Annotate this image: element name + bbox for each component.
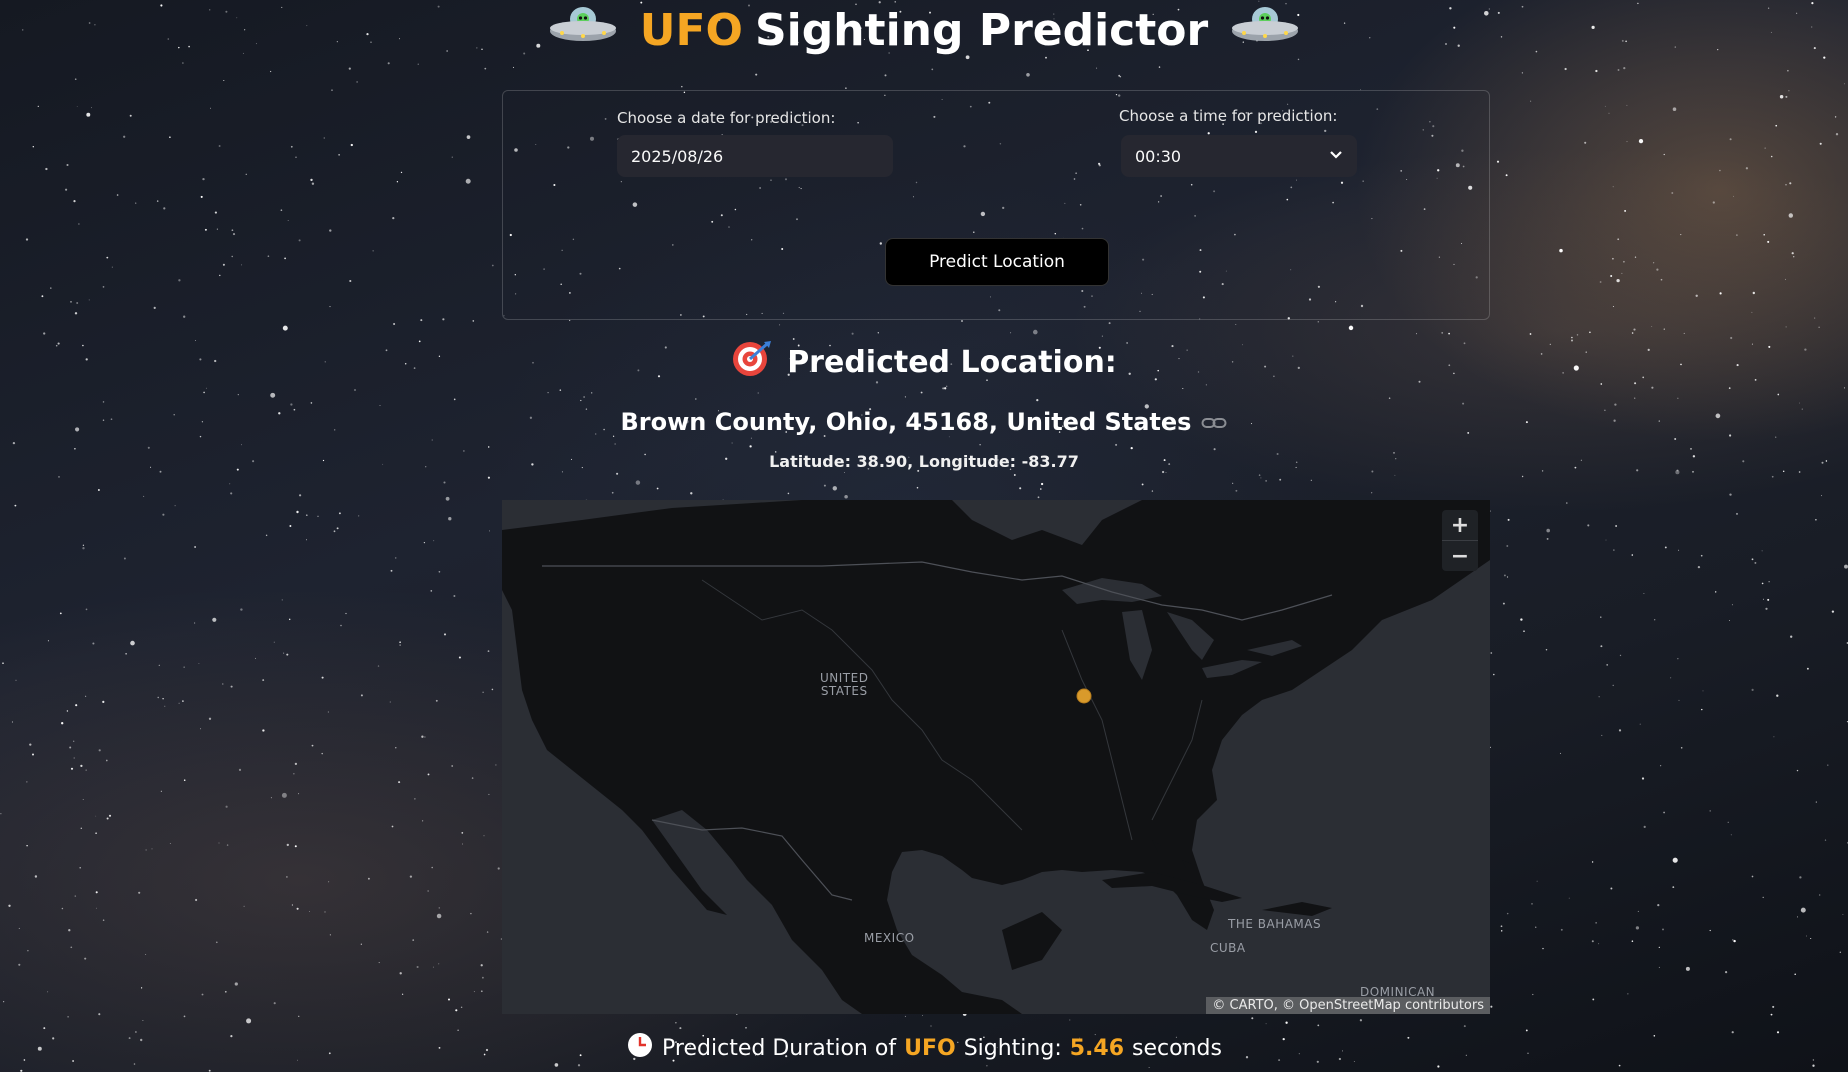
page-title: UFO Sighting Predictor: [0, 0, 1848, 60]
date-input-value: 2025/08/26: [631, 146, 724, 166]
chevron-down-icon: [1329, 148, 1343, 164]
predicted-location-title: Predicted Location:: [787, 344, 1117, 380]
time-select-value: 00:30: [1135, 146, 1182, 166]
title-text: Sighting Predictor: [754, 4, 1209, 56]
predicted-location-heading: Predicted Location:: [0, 340, 1848, 384]
location-name: Brown County, Ohio, 45168, United States: [0, 404, 1848, 440]
map-basemap: [502, 500, 1490, 1014]
predict-location-button[interactable]: Predict Location: [885, 238, 1109, 286]
predicted-duration: Predicted Duration of UFO Sighting: 5.46…: [0, 1032, 1848, 1064]
zoom-out-button[interactable]: −: [1442, 540, 1478, 571]
map-zoom-control: + −: [1442, 510, 1478, 571]
zoom-in-button[interactable]: +: [1442, 510, 1478, 540]
location-name-text: Brown County, Ohio, 45168, United States: [620, 408, 1192, 436]
map-label-cuba: CUBA: [1210, 941, 1246, 955]
map-label-bahamas: THE BAHAMAS: [1228, 917, 1322, 931]
prediction-form: Choose a date for prediction: 2025/08/26…: [502, 90, 1490, 320]
title-accent: UFO: [639, 4, 743, 56]
location-map[interactable]: UNITED STATES MEXICO THE BAHAMAS CUBA DO…: [502, 500, 1490, 1014]
clock-icon: [626, 1031, 654, 1065]
map-label-mexico: MEXICO: [864, 931, 915, 945]
coordinates-text: Latitude: 38.90, Longitude: -83.77: [769, 452, 1079, 471]
target-icon: [731, 339, 773, 385]
duration-value: 5.46: [1069, 1035, 1125, 1061]
time-select[interactable]: 00:30: [1121, 135, 1357, 177]
ufo-icon: [1230, 3, 1300, 58]
duration-prefix: Predicted Duration of: [662, 1035, 897, 1061]
predicted-location-marker: [1076, 688, 1092, 704]
date-label: Choose a date for prediction:: [617, 109, 836, 127]
duration-middle: Sighting:: [963, 1035, 1062, 1061]
ufo-icon: [548, 3, 618, 58]
duration-unit: seconds: [1132, 1035, 1222, 1061]
duration-ufo: UFO: [904, 1035, 956, 1061]
map-attribution[interactable]: © CARTO, © OpenStreetMap contributors: [1206, 997, 1490, 1014]
map-label-united-states: UNITED STATES: [820, 671, 869, 698]
link-icon[interactable]: [1201, 408, 1227, 436]
time-label: Choose a time for prediction:: [1119, 107, 1338, 125]
date-input[interactable]: 2025/08/26: [617, 135, 893, 177]
